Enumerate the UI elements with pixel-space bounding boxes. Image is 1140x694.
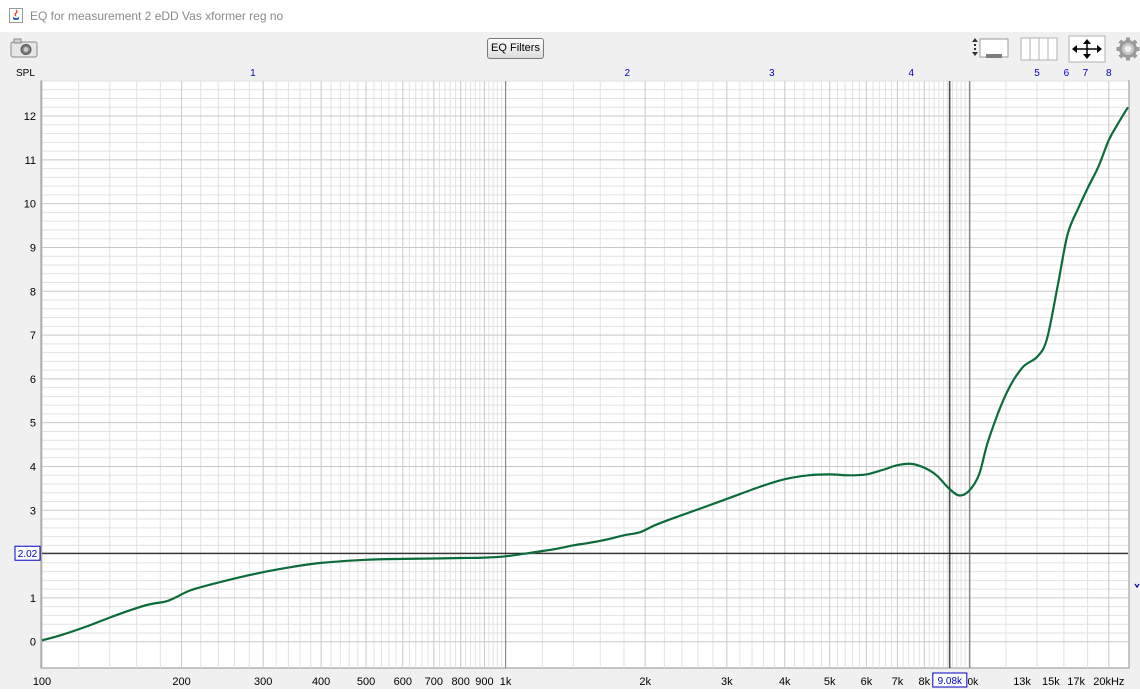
window-title: EQ for measurement 2 eDD Vas xformer reg…: [30, 9, 284, 23]
top-marker-label: 4: [909, 68, 915, 79]
columns-icon[interactable]: [1020, 36, 1058, 62]
x-tick-label: 5k: [824, 676, 836, 688]
x-tick-label: 700: [425, 676, 443, 688]
top-marker-label: 2: [625, 68, 631, 79]
y-tick-label: 4: [30, 461, 36, 473]
x-tick-label: 7k: [892, 676, 904, 688]
x-tick-label: 3k: [721, 676, 733, 688]
x-tick-label: 400: [312, 676, 330, 688]
y-tick-label: 10: [24, 199, 36, 211]
y-tick-label: 6: [30, 374, 36, 386]
x-tick-label: 13k: [1013, 676, 1031, 688]
y-tick-label: 1: [30, 593, 36, 605]
cursor-y-readout: 2.02: [18, 549, 38, 560]
right-edge-caret-icon: [1134, 583, 1140, 589]
y-axis-label: SPL: [16, 68, 35, 79]
y-tick-label: 7: [30, 330, 36, 342]
x-tick-label: 20kHz: [1093, 676, 1124, 688]
x-tick-label: 2k: [639, 676, 651, 688]
y-tick-label: 5: [30, 418, 36, 430]
x-tick-label: 900: [475, 676, 493, 688]
y-tick-label: 0: [30, 637, 36, 649]
y-tick-label: 9: [30, 242, 36, 254]
vertical-zoom-icon[interactable]: [970, 36, 1010, 62]
x-tick-label: 15k: [1042, 676, 1060, 688]
y-tick-label: 8: [30, 286, 36, 298]
top-marker-label: 6: [1064, 68, 1070, 79]
top-marker-label: 3: [769, 68, 775, 79]
toolbar: EQ Filters: [0, 32, 1140, 66]
x-tick-label: 100: [33, 676, 51, 688]
top-marker-label: 7: [1083, 68, 1089, 79]
y-tick-label: 11: [25, 155, 36, 167]
cursor-freq-readout: 9.08k: [938, 676, 963, 687]
y-tick-label: 12: [24, 111, 36, 123]
x-tick-label: 200: [172, 676, 190, 688]
x-tick-label: 17k: [1067, 676, 1085, 688]
y-tick-label: 3: [30, 505, 36, 517]
plot-area[interactable]: SPL 0123456789101112 1002003004005006007…: [0, 66, 1140, 689]
top-marker-label: 8: [1106, 68, 1112, 79]
top-markers: 1 2 3 4 5 6 7 8: [250, 68, 1112, 79]
x-tick-label: 600: [394, 676, 412, 688]
x-tick-label: 1k: [500, 676, 512, 688]
x-tick-label: 300: [254, 676, 272, 688]
top-marker-label: 5: [1034, 68, 1040, 79]
y-tick-labels: 0123456789101112: [24, 111, 36, 649]
gear-icon[interactable]: [1116, 36, 1140, 62]
title-bar: EQ for measurement 2 eDD Vas xformer reg…: [0, 0, 1140, 32]
x-tick-label: 6k: [861, 676, 873, 688]
x-tick-label: 800: [452, 676, 470, 688]
spl-chart[interactable]: SPL 0123456789101112 1002003004005006007…: [0, 66, 1140, 689]
eq-filters-button[interactable]: EQ Filters: [487, 38, 544, 59]
java-icon: [9, 8, 23, 23]
x-tick-label: 4k: [779, 676, 791, 688]
x-tick-label: 500: [357, 676, 375, 688]
pan-arrows-icon[interactable]: [1068, 35, 1106, 63]
x-tick-label: 8k: [919, 676, 931, 688]
cursor-secondary-freq-label: 0k: [968, 677, 980, 688]
top-marker-label: 1: [250, 68, 256, 79]
camera-icon[interactable]: [8, 36, 40, 60]
